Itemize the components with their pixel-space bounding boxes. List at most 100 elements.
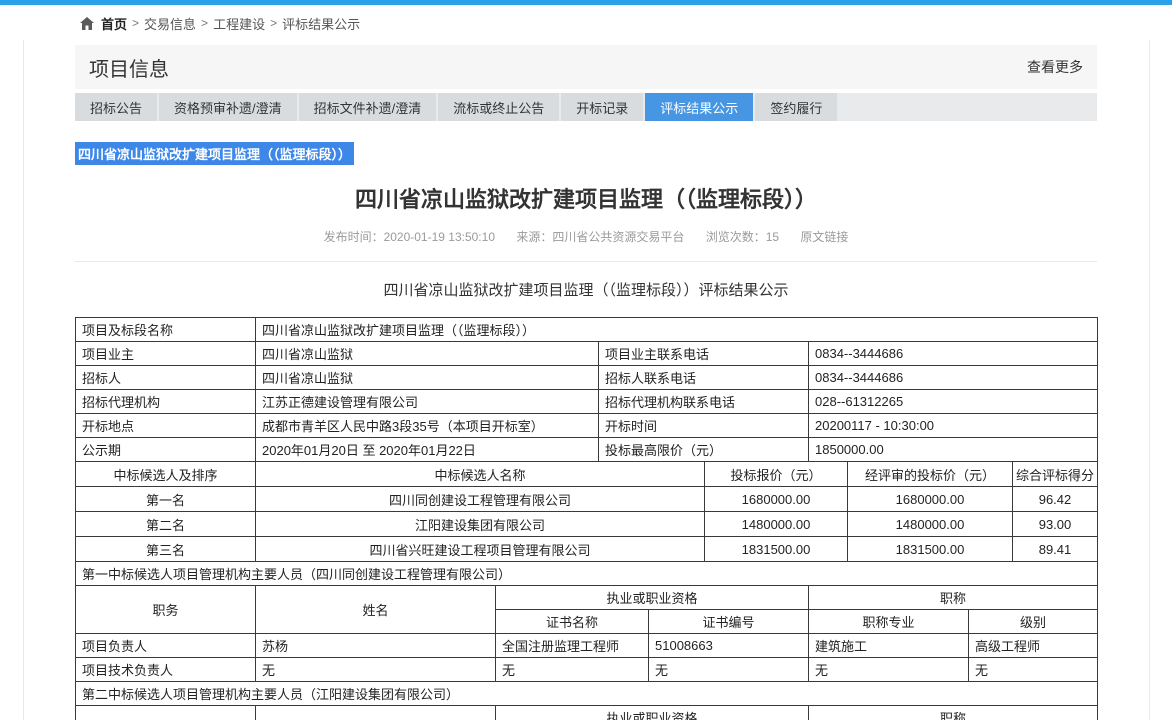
info-value: 成都市青羊区人民中路3段35号（本项目开标室）: [256, 414, 599, 438]
col-header-qualification-group: 执业或职业资格: [496, 586, 809, 610]
info-label: 项目及标段名称: [76, 318, 256, 342]
article-meta: 发布时间：2020-01-19 13:50:10 来源：四川省公共资源交易平台 …: [75, 228, 1097, 245]
candidate-evaluated: 1831500.00: [848, 537, 1013, 562]
table-header-row: 中标候选人及排序 中标候选人名称 投标报价（元） 经评审的投标价（元） 综合评标…: [76, 462, 1098, 487]
candidate-bid: 1831500.00: [705, 537, 848, 562]
candidate-row: 第一名 四川同创建设工程管理有限公司 1680000.00 1680000.00…: [76, 487, 1098, 512]
info-label: 招标人联系电话: [599, 366, 809, 390]
tab-tender-announcement[interactable]: 招标公告: [75, 93, 157, 121]
info-value: 028--61312265: [809, 390, 1098, 414]
info-value: 四川省凉山监狱: [256, 342, 599, 366]
info-value: 1850000.00: [809, 438, 1098, 462]
tab-bid-opening-record[interactable]: 开标记录: [561, 93, 643, 121]
breadcrumb-separator: >: [270, 16, 277, 30]
info-value: 四川省凉山监狱: [256, 366, 599, 390]
table-row: 项目及标段名称 四川省凉山监狱改扩建项目监理（（监理标段））: [76, 318, 1098, 342]
panel-header: 项目信息 查看更多: [75, 45, 1097, 89]
info-label: 开标时间: [599, 414, 809, 438]
table-row: 开标地点 成都市青羊区人民中路3段35号（本项目开标室） 开标时间 202001…: [76, 414, 1098, 438]
candidate-row: 第二名 江阳建设集团有限公司 1480000.00 1480000.00 93.…: [76, 512, 1098, 537]
candidate-score: 89.41: [1013, 537, 1098, 562]
candidate-bid: 1480000.00: [705, 512, 848, 537]
table-header-row: 职务 姓名 执业或职业资格 职称: [76, 706, 1098, 720]
col-header-duty: 职务: [76, 586, 256, 634]
original-link[interactable]: 原文链接: [800, 230, 848, 244]
col-header-rank: 中标候选人及排序: [76, 462, 256, 487]
info-value: 20200117 - 10:30:00: [809, 414, 1098, 438]
info-value: 0834--3444686: [809, 342, 1098, 366]
info-value: 2020年01月20日 至 2020年01月22日: [256, 438, 599, 462]
person-duty: 项目技术负责人: [76, 658, 256, 682]
col-header-title-group: 职称: [809, 706, 1098, 720]
table-row: 招标代理机构 江苏正德建设管理有限公司 招标代理机构联系电话 028--6131…: [76, 390, 1098, 414]
tab-contract-performance[interactable]: 签约履行: [755, 93, 837, 121]
col-header-cert-no: 证书编号: [649, 610, 809, 634]
person-cert-no: 无: [649, 658, 809, 682]
breadcrumb-trade-info[interactable]: 交易信息: [144, 14, 196, 33]
col-header-bid: 投标报价（元）: [705, 462, 848, 487]
info-label: 公示期: [76, 438, 256, 462]
candidate-row: 第三名 四川省兴旺建设工程项目管理有限公司 1831500.00 1831500…: [76, 537, 1098, 562]
candidate-evaluated: 1480000.00: [848, 512, 1013, 537]
home-icon[interactable]: [80, 17, 94, 30]
breadcrumb-engineering[interactable]: 工程建设: [213, 14, 265, 33]
info-label: 招标代理机构联系电话: [599, 390, 809, 414]
personnel-section2-table: 第二中标候选人项目管理机构主要人员（江阳建设集团有限公司） 职务 姓名 执业或职…: [75, 681, 1098, 720]
section-title-row: 第二中标候选人项目管理机构主要人员（江阳建设集团有限公司）: [76, 682, 1098, 706]
info-label: 投标最高限价（元）: [599, 438, 809, 462]
breadcrumb-separator: >: [201, 16, 208, 30]
info-label: 招标代理机构: [76, 390, 256, 414]
info-value: 四川省凉山监狱改扩建项目监理（（监理标段））: [256, 318, 1098, 342]
breadcrumb-evaluation-result[interactable]: 评标结果公示: [282, 14, 360, 33]
candidate-rank: 第三名: [76, 537, 256, 562]
table-header-row: 职务 姓名 执业或职业资格 职称: [76, 586, 1098, 610]
candidate-name: 江阳建设集团有限公司: [256, 512, 705, 537]
personnel-row: 项目技术负责人 无 无 无 无 无: [76, 658, 1098, 682]
view-more-link[interactable]: 查看更多: [1027, 57, 1083, 77]
col-header-score: 综合评标得分: [1013, 462, 1098, 487]
person-duty: 项目负责人: [76, 634, 256, 658]
col-header-cert-name: 证书名称: [496, 610, 649, 634]
person-title-level: 无: [969, 658, 1098, 682]
candidate-score: 93.00: [1013, 512, 1098, 537]
table-row: 项目业主 四川省凉山监狱 项目业主联系电话 0834--3444686: [76, 342, 1098, 366]
personnel-section1-table: 第一中标候选人项目管理机构主要人员（四川同创建设工程管理有限公司） 职务 姓名 …: [75, 561, 1098, 682]
breadcrumb: 首页 > 交易信息 > 工程建设 > 评标结果公示: [0, 5, 1172, 41]
col-header-title-level: 级别: [969, 610, 1098, 634]
page-right-border: [1149, 40, 1150, 720]
view-count: 浏览次数：15: [706, 230, 779, 244]
candidate-score: 96.42: [1013, 487, 1098, 512]
candidate-bid: 1680000.00: [705, 487, 848, 512]
personnel-section2-title: 第二中标候选人项目管理机构主要人员（江阳建设集团有限公司）: [76, 682, 1098, 706]
person-cert-name: 无: [496, 658, 649, 682]
breadcrumb-separator: >: [132, 16, 139, 30]
info-label: 招标人: [76, 366, 256, 390]
personnel-section1-title: 第一中标候选人项目管理机构主要人员（四川同创建设工程管理有限公司）: [76, 562, 1098, 586]
candidates-table: 中标候选人及排序 中标候选人名称 投标报价（元） 经评审的投标价（元） 综合评标…: [75, 461, 1098, 562]
tab-prequalification-clarification[interactable]: 资格预审补遗/澄清: [159, 93, 297, 121]
person-title-major: 无: [809, 658, 969, 682]
tab-bid-doc-clarification[interactable]: 招标文件补遗/澄清: [299, 93, 437, 121]
section-title-row: 第一中标候选人项目管理机构主要人员（四川同创建设工程管理有限公司）: [76, 562, 1098, 586]
person-title-level: 高级工程师: [969, 634, 1098, 658]
table-row: 公示期 2020年01月20日 至 2020年01月22日 投标最高限价（元） …: [76, 438, 1098, 462]
page-title: 项目信息: [89, 53, 169, 82]
project-link-selected[interactable]: 四川省凉山监狱改扩建项目监理（（监理标段））: [75, 142, 354, 165]
tab-failure-termination-notice[interactable]: 流标或终止公告: [438, 93, 559, 121]
info-value: 江苏正德建设管理有限公司: [256, 390, 599, 414]
candidate-evaluated: 1680000.00: [848, 487, 1013, 512]
col-header-qualification-group: 执业或职业资格: [496, 706, 809, 720]
person-cert-name: 全国注册监理工程师: [496, 634, 649, 658]
publish-time: 发布时间：2020-01-19 13:50:10: [324, 230, 495, 244]
candidate-rank: 第二名: [76, 512, 256, 537]
table-row: 招标人 四川省凉山监狱 招标人联系电话 0834--3444686: [76, 366, 1098, 390]
breadcrumb-home[interactable]: 首页: [101, 14, 127, 33]
info-label: 项目业主联系电话: [599, 342, 809, 366]
candidate-rank: 第一名: [76, 487, 256, 512]
tab-bar: 招标公告 资格预审补遗/澄清 招标文件补遗/澄清 流标或终止公告 开标记录 评标…: [75, 93, 1097, 121]
tab-evaluation-result[interactable]: 评标结果公示: [645, 93, 753, 121]
notice-title: 四川省凉山监狱改扩建项目监理（（监理标段））评标结果公示: [75, 279, 1097, 300]
candidate-name: 四川省兴旺建设工程项目管理有限公司: [256, 537, 705, 562]
info-label: 开标地点: [76, 414, 256, 438]
person-name: 苏杨: [256, 634, 496, 658]
